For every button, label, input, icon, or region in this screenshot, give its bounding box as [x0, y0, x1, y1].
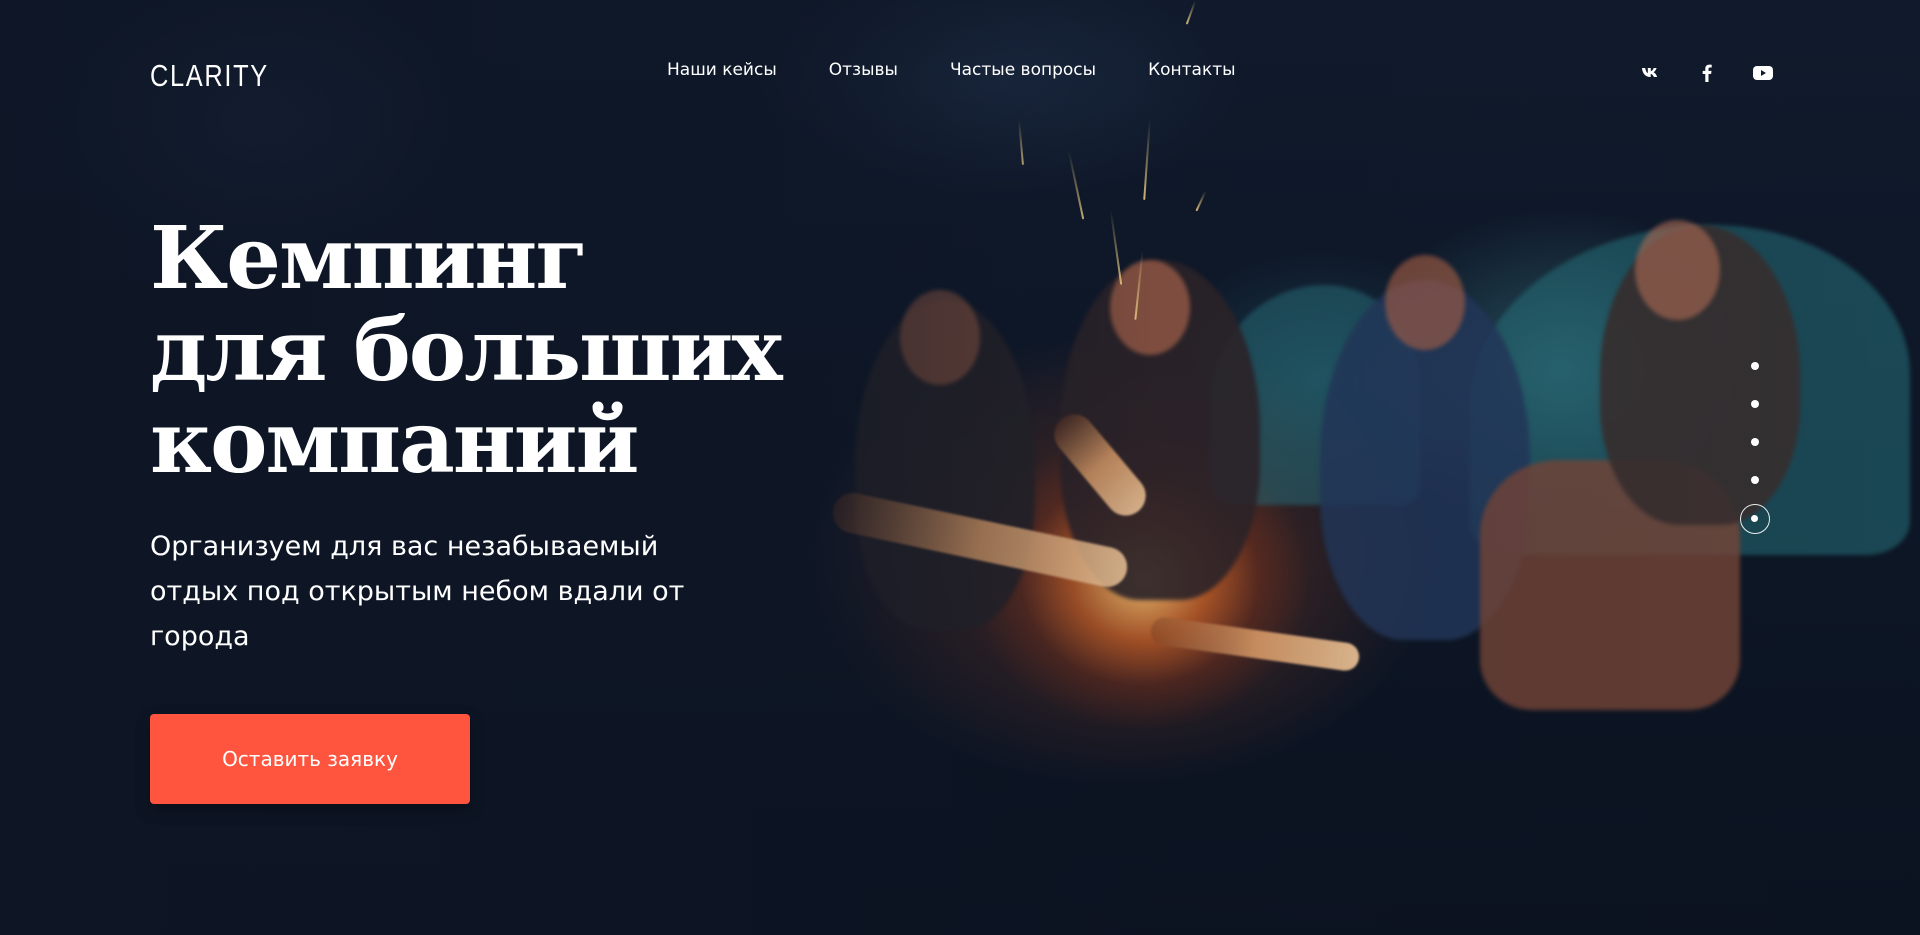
slider-dot[interactable] [1751, 362, 1759, 370]
nav-link-contacts[interactable]: Контакты [1148, 60, 1236, 80]
slider-dot[interactable] [1751, 438, 1759, 446]
landing-page: CLARITY Наши кейсы Отзывы Частые вопросы… [0, 0, 1920, 935]
slider-dot[interactable] [1751, 400, 1759, 408]
social-links [1640, 63, 1774, 83]
slider-dot[interactable] [1751, 476, 1759, 484]
nav-link-reviews[interactable]: Отзывы [829, 60, 898, 80]
nav-link-cases[interactable]: Наши кейсы [667, 60, 777, 80]
submit-request-button[interactable]: Оставить заявку [150, 714, 470, 804]
logo-text: CLARITY [150, 58, 269, 93]
slider-dot-active[interactable] [1740, 504, 1770, 534]
facebook-icon[interactable] [1696, 63, 1718, 83]
hero-title-line: для больших [150, 300, 783, 401]
hero-title-line: компаний [150, 392, 639, 493]
main-nav: Наши кейсы Отзывы Частые вопросы Контакт… [667, 60, 1236, 80]
hero-subtitle: Организуем для вас незабываемый отдых по… [150, 531, 685, 652]
nav-link-faq[interactable]: Частые вопросы [950, 60, 1096, 80]
youtube-icon[interactable] [1752, 63, 1774, 83]
vk-icon[interactable] [1640, 63, 1662, 83]
hero-title: Кемпинг для больших компаний [150, 213, 790, 489]
brand-logo[interactable]: CLARITY [150, 60, 290, 96]
hero-title-line: Кемпинг [150, 208, 588, 309]
